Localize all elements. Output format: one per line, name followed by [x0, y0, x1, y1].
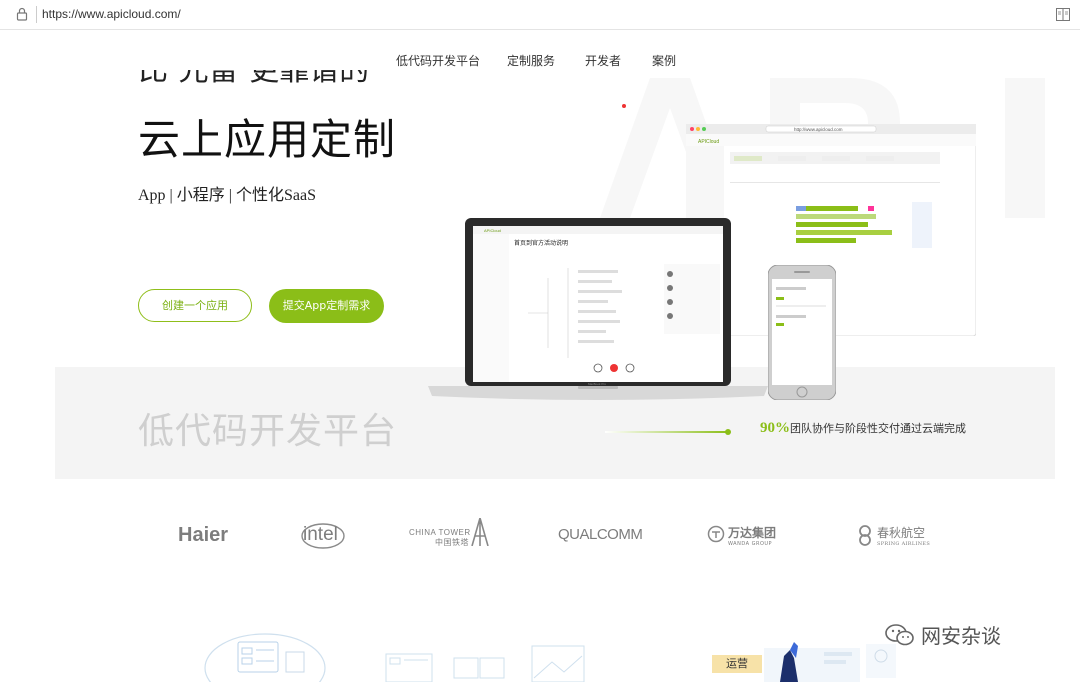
operations-tag: 运营 — [712, 655, 762, 673]
hero-subtitle: App | 小程序 | 个性化SaaS — [138, 187, 316, 204]
phone-mockup — [767, 264, 837, 401]
partner-logos: Haier intel CHINA TOWER 中国铁塔 QUALCOMM 万达… — [0, 510, 1080, 560]
laptop-mockup: APICloud 首页到官方活动说明 MacBook Pro — [428, 218, 768, 404]
nav-item-lowcode[interactable]: 低代码开发平台 — [396, 52, 480, 69]
lock-icon — [16, 7, 28, 21]
band-stat-percent: 90% — [760, 420, 790, 436]
laptop-brand: MacBook Pro — [588, 382, 606, 386]
wanda-icon — [707, 525, 725, 543]
nav-item-custom-service[interactable]: 定制服务 — [507, 52, 555, 69]
submit-custom-app-button[interactable]: 提交App定制需求 — [269, 289, 384, 323]
wechat-icon — [885, 623, 914, 645]
band-accent-dot — [725, 429, 731, 435]
wechat-watermark: 网安杂谈 — [885, 620, 1001, 649]
logo-china-tower: CHINA TOWER 中国铁塔 — [409, 528, 471, 547]
reader-view-icon[interactable] — [1056, 8, 1070, 21]
laptop-app-name: APICloud — [484, 228, 501, 233]
laptop-heading: 首页到官方活动说明 — [514, 239, 568, 247]
hero-cut-line: 比"光雷"更靠谱的 — [138, 70, 370, 87]
illustration-people — [764, 642, 896, 682]
band-stat-text: 团队协作与阶段性交付通过云端完成 — [790, 422, 966, 435]
nav-item-developer[interactable]: 开发者 — [585, 52, 621, 69]
phone-mockup-graphic — [767, 264, 837, 401]
band-accent-line — [605, 431, 729, 433]
laptop-mockup-graphic: APICloud 首页到官方活动说明 MacBook Pro — [428, 218, 768, 400]
spring-airlines-icon — [859, 525, 871, 546]
url-field[interactable]: https://www.apicloud.com/ — [42, 7, 181, 21]
logo-intel: intel — [301, 523, 345, 549]
band-title: 低代码开发平台 — [138, 410, 398, 451]
create-app-button[interactable]: 创建一个应用 — [138, 289, 252, 322]
logo-spring-airlines: 春秋航空 SPRING AIRLINES — [877, 526, 931, 547]
illustration-dashboard — [204, 633, 326, 682]
hero-title: 云上应用定制 — [138, 116, 397, 163]
logo-wanda: 万达集团 WANDA GROUP — [728, 526, 777, 547]
nav-item-cases[interactable]: 案例 — [652, 52, 676, 69]
mockup-app-name: APICloud — [698, 139, 719, 145]
illustration-screens — [385, 645, 585, 682]
main-nav: 低代码开发平台 定制服务 开发者 案例 — [0, 52, 1080, 108]
logo-qualcomm: QUALCOMM — [558, 526, 643, 543]
address-separator — [36, 6, 37, 23]
china-tower-icon — [471, 518, 489, 546]
mockup-url: http://www.apicloud.com — [794, 127, 843, 132]
browser-address-bar: https://www.apicloud.com/ — [0, 0, 1080, 30]
band-stat: 90%团队协作与阶段性交付通过云端完成 — [760, 420, 966, 437]
logo-haier: Haier — [178, 524, 229, 546]
watermark-text: 网安杂谈 — [921, 624, 1001, 648]
